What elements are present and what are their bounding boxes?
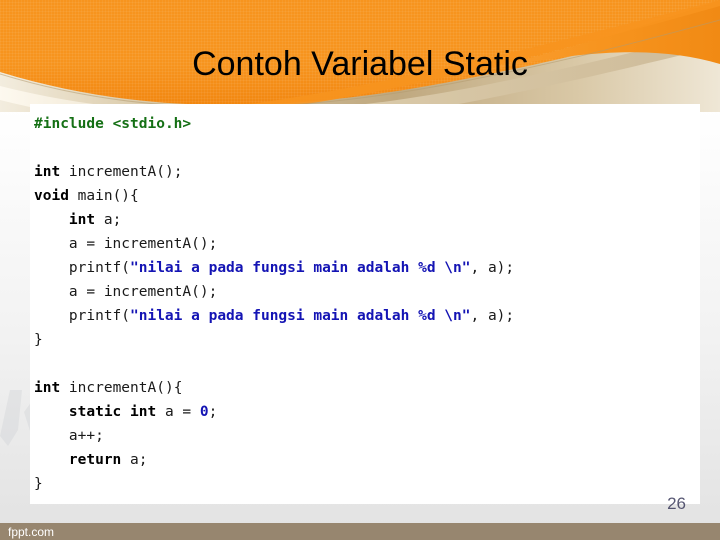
code-line: printf("nilai a pada fungsi main adalah …: [34, 304, 700, 328]
code-token: main(){: [68, 188, 139, 204]
fppt-watermark-label: fppt.com: [8, 525, 55, 539]
code-line: int incrementA(){: [34, 376, 700, 400]
code-line: a++;: [34, 424, 700, 448]
code-token: incrementA(){: [60, 380, 183, 396]
code-line: int incrementA();: [34, 160, 700, 184]
code-listing: #include <stdio.h> int incrementA(); void…: [30, 112, 700, 496]
code-token: static int: [68, 404, 157, 420]
code-line: return a;: [34, 448, 700, 472]
slide-canvas: Contoh Variabel Static #include <stdio.h…: [0, 0, 720, 540]
code-line: a = incrementA();: [34, 280, 700, 304]
code-token: a;: [95, 212, 122, 228]
code-token: a = incrementA();: [68, 236, 218, 252]
code-token: printf(: [68, 308, 131, 324]
code-line: printf("nilai a pada fungsi main adalah …: [34, 256, 700, 280]
page-number: 26: [667, 494, 686, 513]
code-token: }: [34, 476, 43, 492]
code-token: int: [34, 164, 61, 180]
code-line: static int a = 0;: [34, 400, 700, 424]
code-token: "nilai a pada fungsi main adalah %d \n": [130, 260, 471, 276]
code-line: }: [34, 328, 700, 352]
code-token: , a);: [470, 260, 515, 276]
code-token: a++;: [68, 428, 104, 444]
code-token: a =: [156, 404, 200, 420]
code-token: void: [34, 188, 69, 204]
code-line: void main(){: [34, 184, 700, 208]
code-token: return: [68, 452, 122, 468]
code-token: , a);: [470, 308, 515, 324]
code-token: "nilai a pada fungsi main adalah %d \n": [130, 308, 471, 324]
code-token: printf(: [68, 260, 131, 276]
code-line: #include <stdio.h>: [34, 112, 700, 136]
code-token: incrementA();: [60, 164, 183, 180]
code-token: 0: [199, 404, 209, 420]
code-token: }: [34, 332, 43, 348]
code-token: ;: [208, 404, 218, 420]
code-token: int: [68, 212, 96, 228]
footer-watermark-bar: [0, 523, 720, 540]
code-line: int a;: [34, 208, 700, 232]
code-token: int: [34, 380, 61, 396]
code-panel: #include <stdio.h> int incrementA(); void…: [30, 104, 700, 504]
slide-title: Contoh Variabel Static: [192, 45, 528, 83]
code-token: a;: [121, 452, 148, 468]
code-line: }: [34, 472, 700, 496]
code-token: a = incrementA();: [68, 284, 218, 300]
code-line: a = incrementA();: [34, 232, 700, 256]
code-token: #include <stdio.h>: [34, 116, 192, 132]
